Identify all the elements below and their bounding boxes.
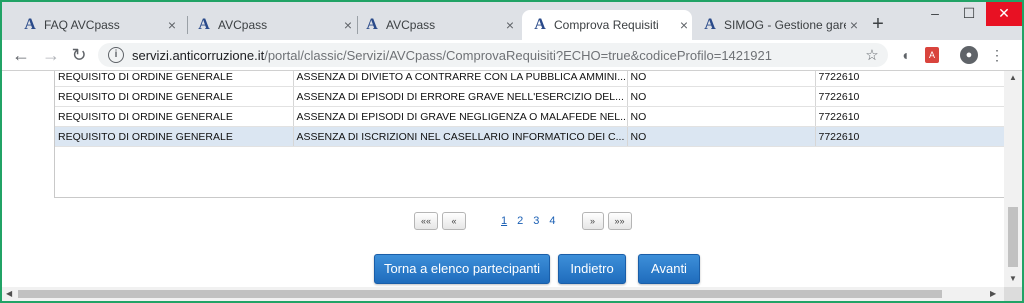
tab-close-icon[interactable]: × bbox=[676, 17, 692, 33]
requisito-description-cell: ASSENZA DI DIVIETO A CONTRARRE CON LA PU… bbox=[293, 71, 628, 87]
requisito-type-cell: REQUISITO DI ORDINE GENERALE bbox=[55, 126, 294, 147]
url-path: /portal/classic/Servizi/AVCpass/Comprova… bbox=[264, 47, 772, 63]
browser-toolbar: ← → ↻ i servizi.anticorruzione.it/portal… bbox=[2, 40, 1022, 71]
url-host: servizi.anticorruzione.it bbox=[132, 47, 265, 63]
tab-title: AVCpass bbox=[386, 18, 436, 32]
cig-cell: 7722610 bbox=[815, 71, 1004, 87]
table-row-selected[interactable]: REQUISITO DI ORDINE GENERALE ASSENZA DI … bbox=[55, 126, 1004, 147]
requisito-description-cell: ASSENZA DI EPISODI DI GRAVE NEGLIGENZA O… bbox=[293, 106, 628, 127]
tab-close-icon[interactable]: × bbox=[846, 17, 862, 33]
extension-icon[interactable]: ◖ bbox=[896, 46, 914, 64]
tab-title: SIMOG - Gestione gare bbox=[724, 18, 846, 32]
star-icon[interactable]: ☆ bbox=[862, 46, 882, 64]
tab-comprova-requisiti[interactable]: A Comprova Requisiti × bbox=[522, 10, 692, 40]
cig-cell: 7722610 bbox=[815, 126, 1004, 147]
page-link-3[interactable]: 3 bbox=[533, 215, 539, 227]
horizontal-scroll-thumb[interactable] bbox=[18, 290, 942, 298]
table-row[interactable]: REQUISITO DI ORDINE GENERALE ASSENZA DI … bbox=[55, 86, 1004, 107]
scroll-down-arrow-icon[interactable]: ▼ bbox=[1009, 274, 1017, 283]
table-row[interactable]: REQUISITO DI ORDINE GENERALE ASSENZA DI … bbox=[55, 106, 1004, 127]
profile-icon[interactable]: ● bbox=[960, 46, 978, 64]
scroll-right-arrow-icon[interactable]: ▶ bbox=[990, 289, 996, 298]
horizontal-scrollbar[interactable]: ◀ ▶ bbox=[2, 287, 1004, 301]
next-button[interactable]: Avanti bbox=[638, 254, 700, 284]
table-row[interactable]: REQUISITO DI ORDINE GENERALE ASSENZA DI … bbox=[55, 71, 1004, 87]
scroll-up-arrow-icon[interactable]: ▲ bbox=[1009, 73, 1017, 82]
back-button[interactable]: Indietro bbox=[558, 254, 626, 284]
tab-avcpass-2[interactable]: A AVCpass × bbox=[358, 10, 518, 40]
scrollbar-corner bbox=[1004, 287, 1022, 301]
tab-close-icon[interactable]: × bbox=[502, 17, 518, 33]
avcpass-favicon-icon: A bbox=[366, 16, 378, 33]
requirements-table: REQUISITO DI ORDINE GENERALE ASSENZA DI … bbox=[54, 71, 1004, 198]
back-arrow-icon[interactable]: ← bbox=[10, 44, 32, 66]
tab-faq-avcpass[interactable]: A FAQ AVCpass × bbox=[10, 10, 180, 40]
maximize-button[interactable]: ☐ bbox=[952, 2, 986, 26]
cig-cell: 7722610 bbox=[815, 86, 1004, 107]
page-link-4[interactable]: 4 bbox=[549, 215, 555, 227]
new-tab-button[interactable]: + bbox=[866, 12, 890, 36]
tab-close-icon[interactable]: × bbox=[340, 17, 356, 33]
url-text[interactable]: servizi.anticorruzione.it/portal/classic… bbox=[132, 48, 862, 63]
page-content: REQUISITO DI ORDINE GENERALE ASSENZA DI … bbox=[2, 71, 1004, 287]
next-page-button[interactable]: » bbox=[581, 212, 604, 230]
vertical-scrollbar[interactable]: ▲ ▼ bbox=[1004, 71, 1022, 287]
prev-page-button[interactable]: « bbox=[442, 212, 466, 230]
esito-cell: NO bbox=[627, 106, 816, 127]
forward-arrow-icon[interactable]: → bbox=[40, 44, 62, 66]
requisito-type-cell: REQUISITO DI ORDINE GENERALE bbox=[55, 71, 294, 87]
requisito-description-cell: ASSENZA DI ISCRIZIONI NEL CASELLARIO INF… bbox=[293, 126, 628, 147]
window-close-button[interactable]: ✕ bbox=[986, 2, 1022, 26]
last-page-button[interactable]: »» bbox=[607, 212, 632, 230]
info-icon[interactable]: i bbox=[108, 47, 124, 63]
minimize-button[interactable]: – bbox=[918, 2, 952, 26]
simog-favicon-icon: A bbox=[704, 16, 716, 33]
tab-title: FAQ AVCpass bbox=[44, 18, 120, 32]
requisito-type-cell: REQUISITO DI ORDINE GENERALE bbox=[55, 106, 294, 127]
esito-cell: NO bbox=[627, 126, 816, 147]
esito-cell: NO bbox=[627, 71, 816, 87]
back-to-list-button[interactable]: Torna a elenco partecipanti bbox=[374, 254, 550, 284]
tab-title: Comprova Requisiti bbox=[554, 18, 659, 32]
tab-avcpass-1[interactable]: A AVCpass × bbox=[186, 10, 356, 40]
requisito-type-cell: REQUISITO DI ORDINE GENERALE bbox=[55, 86, 294, 107]
scroll-left-arrow-icon[interactable]: ◀ bbox=[6, 289, 12, 298]
first-page-button[interactable]: «« bbox=[414, 212, 438, 230]
tab-strip: A FAQ AVCpass × A AVCpass × A AVCpass × … bbox=[2, 2, 1022, 40]
reload-icon[interactable]: ↻ bbox=[68, 44, 90, 66]
avcpass-favicon-icon: A bbox=[534, 16, 546, 33]
avcpass-favicon-icon: A bbox=[198, 16, 210, 33]
address-bar[interactable]: i servizi.anticorruzione.it/portal/class… bbox=[98, 43, 888, 67]
pagination: «« « 1 2 3 4 » »» bbox=[414, 211, 636, 231]
page-link-2[interactable]: 2 bbox=[517, 215, 523, 227]
tab-simog[interactable]: A SIMOG - Gestione gare × bbox=[694, 10, 862, 40]
avcpass-favicon-icon: A bbox=[24, 16, 36, 33]
vertical-scroll-thumb[interactable] bbox=[1008, 207, 1018, 267]
requisito-description-cell: ASSENZA DI EPISODI DI ERRORE GRAVE NELL'… bbox=[293, 86, 628, 107]
tab-close-icon[interactable]: × bbox=[164, 17, 180, 33]
menu-icon[interactable]: ⋮ bbox=[988, 46, 1006, 64]
tab-title: AVCpass bbox=[218, 18, 268, 32]
esito-cell: NO bbox=[627, 86, 816, 107]
browser-window: A FAQ AVCpass × A AVCpass × A AVCpass × … bbox=[2, 2, 1022, 301]
pdf-icon[interactable]: A bbox=[925, 47, 939, 63]
cig-cell: 7722610 bbox=[815, 106, 1004, 127]
page-link-1[interactable]: 1 bbox=[501, 215, 507, 227]
